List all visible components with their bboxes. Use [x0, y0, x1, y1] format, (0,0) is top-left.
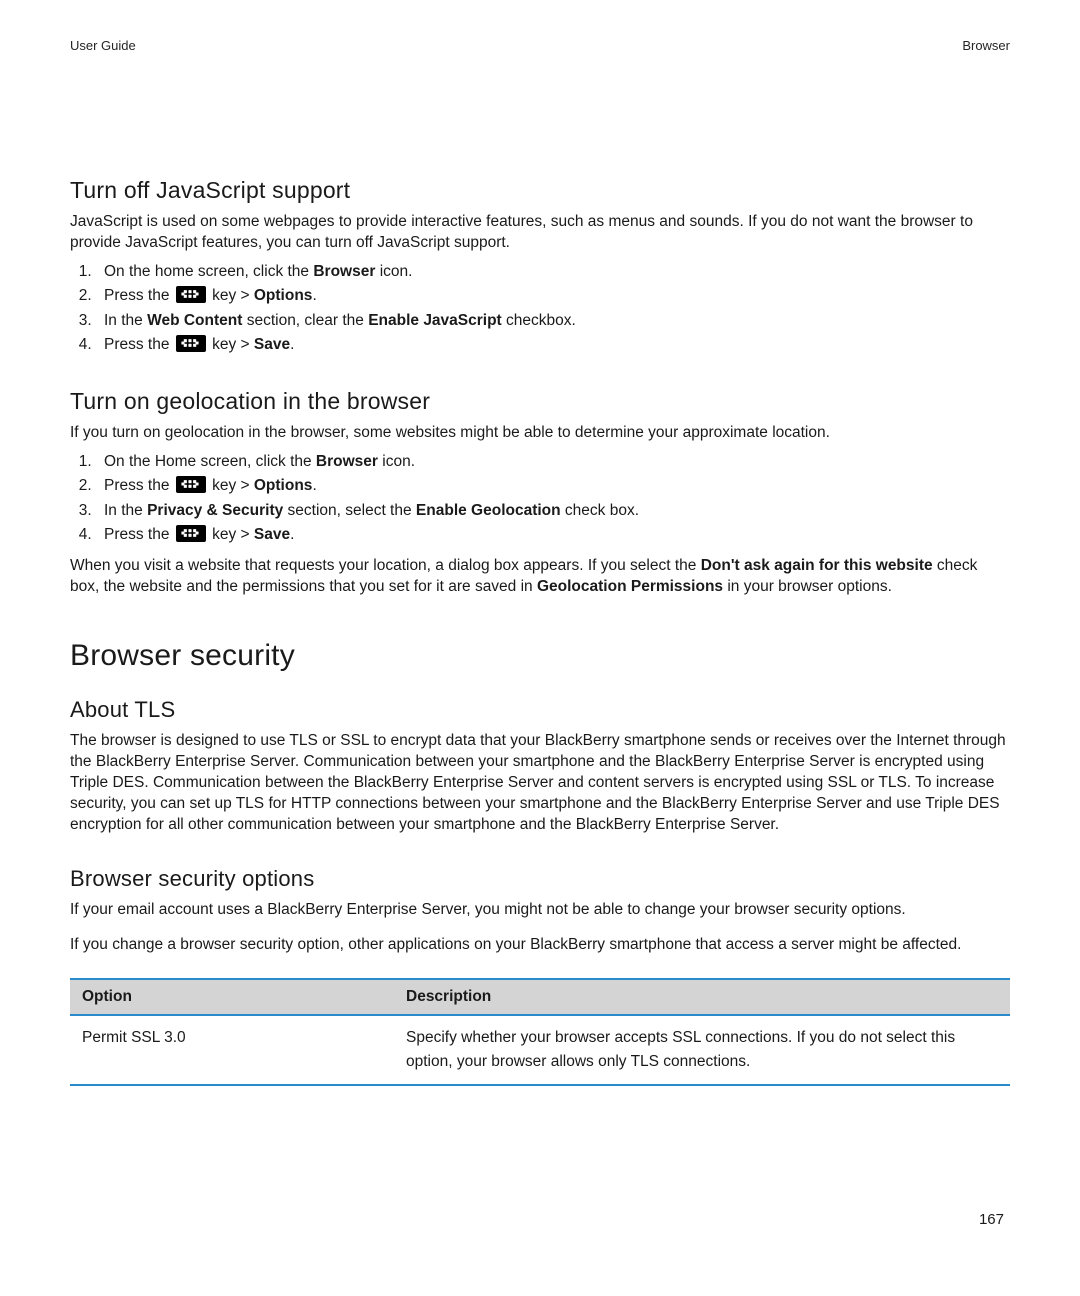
- header-left: User Guide: [70, 38, 136, 53]
- menu-key-icon: [176, 525, 206, 542]
- geo-intro: If you turn on geolocation in the browse…: [70, 423, 1010, 444]
- menu-key-icon: [176, 335, 206, 352]
- bso-p2: If you change a browser security option,…: [70, 935, 1010, 956]
- menu-key-icon: [176, 476, 206, 493]
- list-item: Press the key > Options.: [96, 474, 1010, 498]
- bso-p1: If your email account uses a BlackBerry …: [70, 900, 1010, 921]
- page-header: User Guide Browser: [70, 38, 1010, 53]
- geo-note: When you visit a website that requests y…: [70, 556, 1010, 598]
- heading-js: Turn off JavaScript support: [70, 177, 1010, 204]
- table-row: Permit SSL 3.0 Specify whether your brow…: [70, 1015, 1010, 1085]
- js-intro: JavaScript is used on some webpages to p…: [70, 212, 1010, 254]
- list-item: Press the key > Save.: [96, 333, 1010, 357]
- js-steps: On the home screen, click the Browser ic…: [70, 260, 1010, 358]
- cell-option: Permit SSL 3.0: [70, 1015, 394, 1085]
- heading-bso: Browser security options: [70, 866, 1010, 892]
- col-description: Description: [394, 979, 1010, 1015]
- heading-about-tls: About TLS: [70, 697, 1010, 723]
- menu-key-icon: [176, 286, 206, 303]
- heading-browser-security: Browser security: [70, 639, 1010, 673]
- security-options-table: Option Description Permit SSL 3.0 Specif…: [70, 978, 1010, 1086]
- tls-body: The browser is designed to use TLS or SS…: [70, 731, 1010, 836]
- list-item: In the Web Content section, clear the En…: [96, 309, 1010, 333]
- list-item: Press the key > Options.: [96, 284, 1010, 308]
- list-item: On the home screen, click the Browser ic…: [96, 260, 1010, 284]
- header-right: Browser: [962, 38, 1010, 53]
- list-item: Press the key > Save.: [96, 523, 1010, 547]
- cell-description: Specify whether your browser accepts SSL…: [394, 1015, 1010, 1085]
- page-number: 167: [979, 1211, 1004, 1228]
- heading-geo: Turn on geolocation in the browser: [70, 388, 1010, 415]
- col-option: Option: [70, 979, 394, 1015]
- list-item: On the Home screen, click the Browser ic…: [96, 450, 1010, 474]
- geo-steps: On the Home screen, click the Browser ic…: [70, 450, 1010, 548]
- list-item: In the Privacy & Security section, selec…: [96, 499, 1010, 523]
